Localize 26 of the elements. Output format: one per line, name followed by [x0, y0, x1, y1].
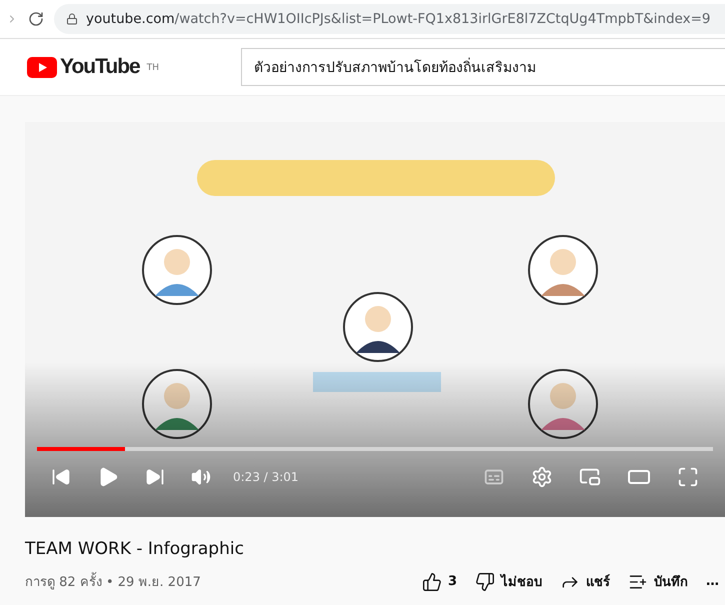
share-button[interactable]: แชร์ — [560, 571, 610, 592]
lock-icon — [66, 13, 78, 25]
thumbs-down-icon — [475, 572, 495, 592]
address-bar[interactable]: youtube.com/watch?v=cHW1OIIcPJs&list=PLowt-FQ1x813irlGrE8l7ZCtqUg4TmpbT&index=9 — [54, 4, 725, 34]
miniplayer-button[interactable] — [579, 466, 601, 488]
url-host: youtube.com — [86, 11, 175, 27]
time-display: 0:23 / 3:01 — [233, 470, 299, 484]
url-path: /watch?v=cHW1OIIcPJs&list=PLowt-FQ1x813irlGrE8l7ZCtqUg4TmpbT&index=9 — [174, 11, 710, 27]
volume-button[interactable] — [191, 467, 211, 487]
dislike-button[interactable]: ไม่ชอบ — [475, 571, 542, 592]
progress-track[interactable] — [37, 447, 713, 451]
search-field[interactable]: ตัวอย่างการปรับสภาพบ้านโดยท้องถิ่นเสริมงาม — [241, 48, 725, 86]
thumbs-up-icon — [422, 572, 442, 592]
like-button[interactable]: 3 — [422, 572, 457, 592]
view-info: การดู 82 ครั้ง • 29 พ.ย. 2017 — [25, 571, 404, 592]
save-button[interactable]: บันทึก — [628, 571, 688, 592]
fullscreen-button[interactable] — [677, 466, 699, 488]
next-button[interactable] — [145, 467, 165, 487]
settings-button[interactable] — [531, 466, 553, 488]
previous-button[interactable] — [51, 467, 71, 487]
video-title: TEAM WORK - Infographic — [25, 539, 245, 559]
play-logo-icon — [27, 56, 57, 78]
reload-icon[interactable] — [28, 11, 44, 27]
region-code: TH — [146, 63, 159, 73]
more-button[interactable]: … — [706, 574, 719, 589]
logo-text[interactable]: YouTube — [60, 55, 140, 79]
